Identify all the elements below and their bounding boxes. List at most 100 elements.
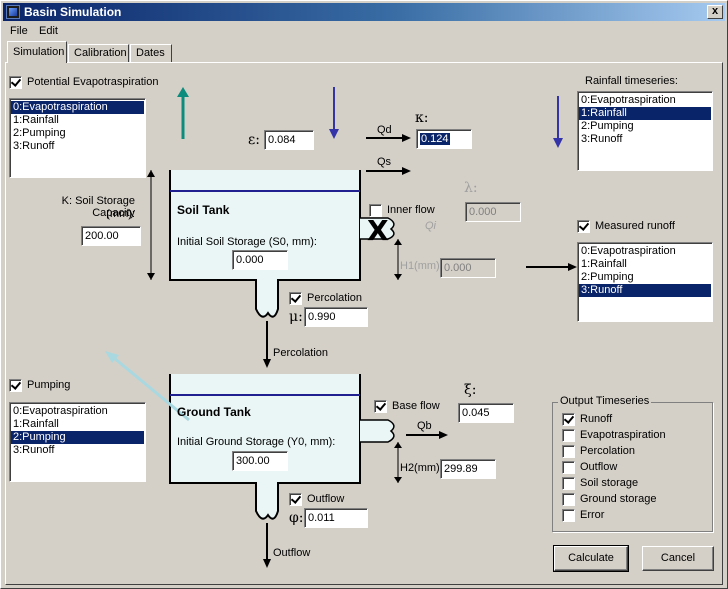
ground-outlet-notch [360, 419, 395, 443]
title-bar: Basin Simulation x [3, 3, 725, 21]
list-item[interactable]: 1:Rainfall [579, 258, 711, 271]
output-outflow-label: Outflow [580, 461, 618, 473]
list-item[interactable]: 0:Evapotraspiration [579, 245, 711, 258]
inner-flow-label: Inner flow [387, 204, 435, 216]
output-evapotraspiration-label: Evapotraspiration [580, 429, 666, 441]
xi-symbol: ξ: [464, 382, 477, 398]
ground-init-input[interactable]: 300.00 [232, 451, 288, 471]
close-button[interactable]: x [707, 5, 723, 19]
percolation-arrow-head [263, 359, 271, 368]
measured-runoff-list[interactable]: 0:Evapotraspiration 1:Rainfall 2:Pumping… [577, 242, 713, 322]
menu-file[interactable]: File [10, 25, 28, 37]
output-ground-storage-checkbox[interactable] [562, 493, 575, 506]
lambda-input[interactable]: 0.000 [465, 202, 521, 222]
output-evapotraspiration-checkbox[interactable] [562, 429, 575, 442]
kappa-symbol: κ: [415, 110, 429, 126]
list-item[interactable]: 1:Rainfall [579, 107, 711, 120]
measured-runoff-checkbox[interactable] [577, 220, 590, 233]
epsilon-input[interactable]: 0.084 [264, 130, 314, 150]
k-arrow-head-down [147, 273, 155, 280]
percolation-check-label: Percolation [307, 292, 363, 304]
h2-label: H2(mm): [400, 462, 443, 474]
mu-symbol: μ: [289, 309, 303, 325]
output-percolation-checkbox[interactable] [562, 445, 575, 458]
qd-label: Qd [377, 124, 392, 136]
output-timeseries-title: Output Timeseries [558, 395, 652, 407]
k-label-unit: (mm): [106, 208, 135, 220]
h2-input[interactable]: 299.89 [440, 459, 496, 479]
rainfall-arrow-head [329, 129, 339, 139]
list-item[interactable]: 3:Runoff [579, 133, 711, 146]
output-outflow-checkbox[interactable] [562, 461, 575, 474]
inner-flow-disabled-mark: X [367, 214, 389, 247]
output-soil-storage-label: Soil storage [580, 477, 639, 489]
base-flow-label: Base flow [392, 400, 440, 412]
pumping-list[interactable]: 0:Evapotraspiration 1:Rainfall 2:Pumping… [9, 402, 146, 482]
soil-tank-title: Soil Tank [177, 203, 230, 217]
output-timeseries-group: Output Timeseries Runoff Evapotraspirati… [552, 395, 713, 532]
tab-simulation[interactable]: Simulation [7, 41, 67, 63]
mu-input[interactable]: 0.990 [304, 307, 368, 327]
window-title: Basin Simulation [24, 5, 122, 19]
percolation-flow-label: Percolation [273, 347, 329, 359]
output-soil-storage-checkbox[interactable] [562, 477, 575, 490]
h1-label: H1(mm): [400, 260, 443, 272]
qb-label: Qb [417, 420, 432, 432]
tab-calibration[interactable]: Calibration [68, 44, 129, 63]
base-flow-checkbox[interactable] [374, 400, 387, 413]
outflow-flow-label: Outflow [273, 547, 311, 559]
qs-label: Qs [377, 156, 392, 168]
outflow-check-label: Outflow [307, 493, 345, 505]
menu-edit[interactable]: Edit [39, 25, 58, 37]
list-item[interactable]: 2:Pumping [579, 120, 711, 133]
simulation-panel: Potential Evapotraspiration 0:Evapotrasp… [5, 62, 723, 585]
pumping-checkbox[interactable] [9, 379, 22, 392]
list-item[interactable]: 0:Evapotraspiration [11, 101, 144, 114]
rainfall-label: Rainfall timeseries: [585, 75, 678, 87]
output-percolation-label: Percolation [580, 445, 636, 457]
list-item[interactable]: 3:Runoff [11, 140, 144, 153]
soil-init-label: Initial Soil Storage (S0, mm): [177, 236, 317, 248]
list-item[interactable]: 2:Pumping [11, 431, 144, 444]
ground-tank-title: Ground Tank [177, 405, 251, 419]
pet-list[interactable]: 0:Evapotraspiration 1:Rainfall 2:Pumping… [9, 98, 146, 178]
qb-arrow-head [439, 431, 448, 439]
list-item[interactable]: 0:Evapotraspiration [11, 405, 144, 418]
soil-init-input[interactable]: 0.000 [232, 250, 288, 270]
outflow-arrow-head [263, 559, 271, 568]
phi-symbol: φ: [289, 510, 304, 526]
menu-bar: File Edit [3, 22, 725, 40]
k-capacity-input[interactable]: 200.00 [81, 226, 141, 246]
list-item[interactable]: 2:Pumping [579, 271, 711, 284]
list-item[interactable]: 1:Rainfall [11, 114, 144, 127]
lambda-symbol: λ: [464, 180, 478, 196]
outflow-checkbox[interactable] [289, 493, 302, 506]
app-icon [6, 5, 20, 19]
kappa-input[interactable]: 0.124 [416, 129, 472, 149]
phi-input[interactable]: 0.011 [304, 508, 368, 528]
list-item[interactable]: 0:Evapotraspiration [579, 94, 711, 107]
k-arrow-head-up [147, 170, 155, 177]
rainfall-series-arrow-head [553, 138, 563, 148]
measured-runoff-arrow-head [568, 263, 577, 271]
output-error-checkbox[interactable] [562, 509, 575, 522]
percolation-checkbox[interactable] [289, 292, 302, 305]
h1-input[interactable]: 0.000 [440, 258, 496, 278]
list-item[interactable]: 2:Pumping [11, 127, 144, 140]
output-runoff-checkbox[interactable] [562, 413, 575, 426]
list-item[interactable]: 1:Rainfall [11, 418, 144, 431]
output-ground-storage-label: Ground storage [580, 493, 657, 505]
cancel-button[interactable]: Cancel [642, 546, 714, 571]
pet-label: Potential Evapotraspiration [27, 76, 159, 88]
xi-input[interactable]: 0.045 [458, 403, 514, 423]
evapotranspiration-arrow-head [177, 87, 189, 97]
rainfall-list[interactable]: 0:Evapotraspiration 1:Rainfall 2:Pumping… [577, 91, 713, 171]
tab-dates[interactable]: Dates [130, 44, 172, 63]
kappa-value: 0.124 [420, 133, 450, 145]
calculate-button[interactable]: Calculate [553, 545, 629, 572]
list-item[interactable]: 3:Runoff [11, 444, 144, 457]
list-item[interactable]: 3:Runoff [579, 284, 711, 297]
output-runoff-label: Runoff [580, 413, 613, 425]
output-error-label: Error [580, 509, 605, 521]
pet-checkbox[interactable] [9, 76, 22, 89]
